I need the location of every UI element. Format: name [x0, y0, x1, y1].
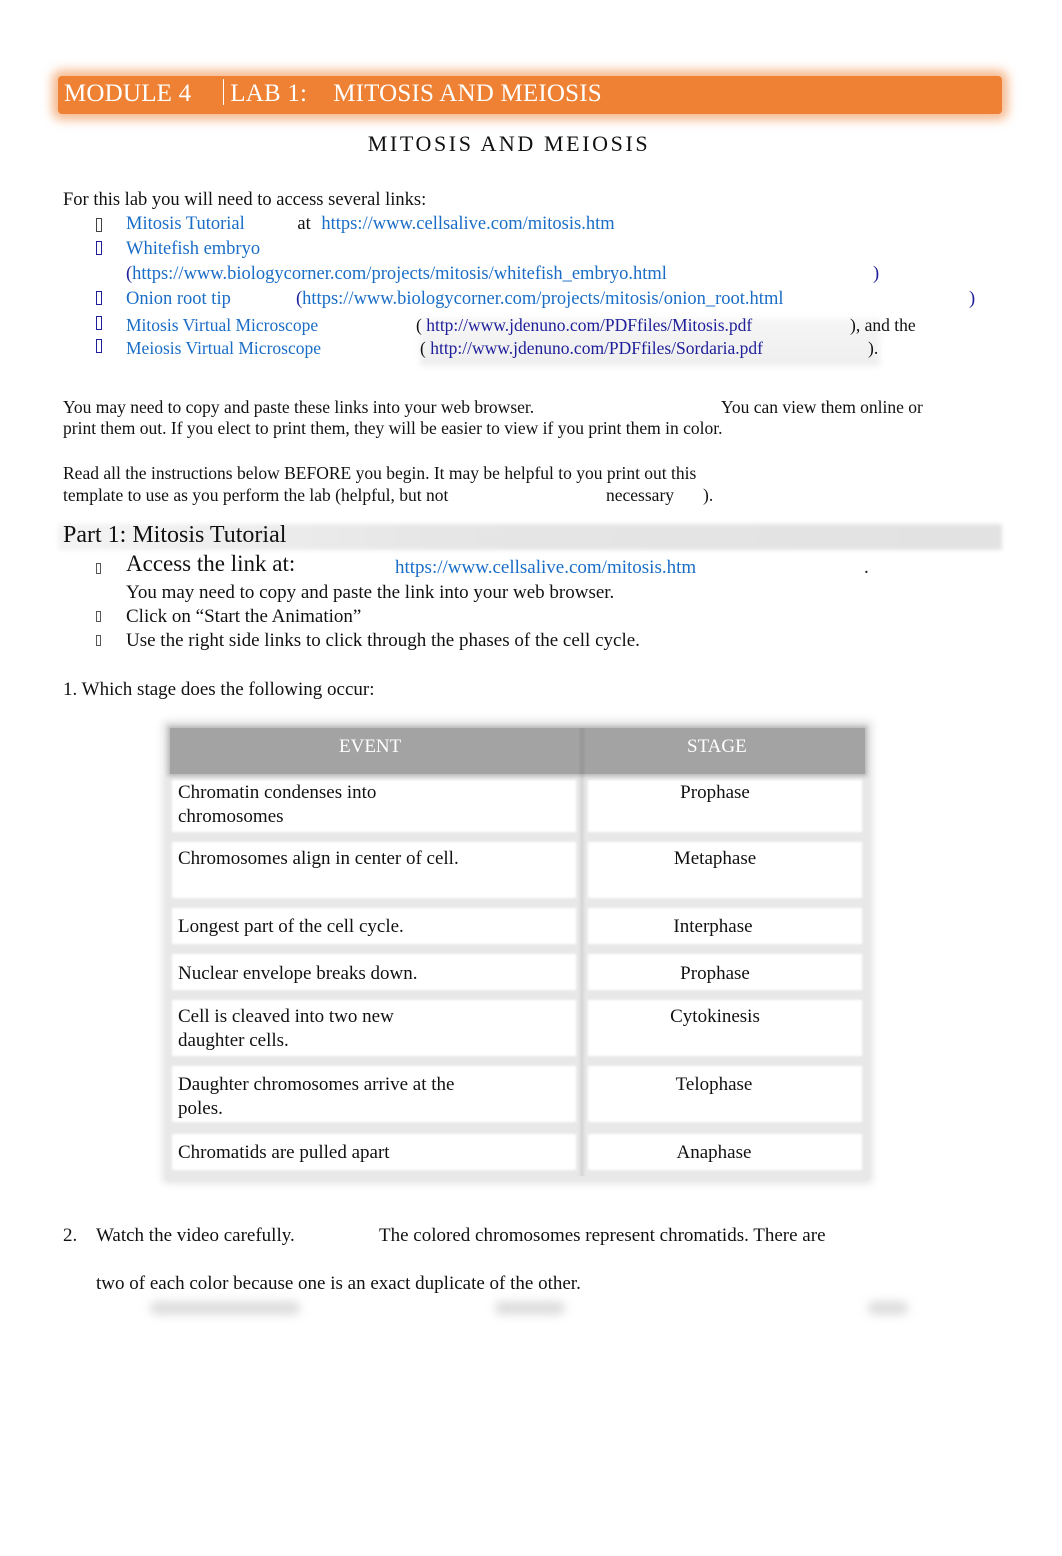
lab-label: LAB 1: — [230, 80, 308, 107]
link-url-line: ( http://www.jdenuno.com/PDFfiles/Sordar… — [420, 338, 763, 359]
link-item-onion-root: Onion root tip — [126, 289, 231, 310]
bullet-icon — [96, 291, 102, 305]
link-url[interactable]: https://www.cellsalive.com/mitosis.htm — [321, 214, 614, 234]
link-label[interactable]: Mitosis Virtual Microscope — [126, 315, 318, 335]
bullet-icon — [96, 339, 102, 353]
table-header — [170, 728, 865, 774]
link-item-meiosis-microscope: Meiosis Virtual Microscope — [126, 338, 321, 359]
link-url[interactable]: http://www.jdenuno.com/PDFfiles/Sordaria… — [430, 338, 763, 358]
stage-cell: Metaphase — [673, 848, 757, 869]
link-item-mitosis-microscope: Mitosis Virtual Microscope — [126, 315, 318, 336]
intro-lead: For this lab you will need to access sev… — [63, 190, 427, 210]
question-2-line-1a: Watch the video carefully. — [96, 1225, 295, 1246]
question-2-number: 2. — [63, 1225, 78, 1246]
question-2-line-1b: The colored chromosomes represent chroma… — [379, 1225, 826, 1246]
close-paren: ) — [969, 289, 976, 309]
event-cell: Daughter chromosomes arrive at the poles… — [178, 1074, 455, 1119]
module-header: MODULE 4 LAB 1: MITOSIS AND MEIOSIS — [64, 79, 602, 108]
question-2-line-2: two of each color because one is an exac… — [96, 1273, 581, 1294]
bullet-icon — [96, 218, 102, 232]
stage-cell: Cytokinesis — [670, 1006, 760, 1027]
open-paren: ( — [416, 315, 422, 335]
bullet-icon — [96, 611, 101, 622]
link-label[interactable]: Meiosis Virtual Microscope — [126, 338, 321, 358]
step-access-link: Access the link at: — [126, 551, 296, 576]
event-cell: Chromosomes align in center of cell. — [178, 848, 459, 869]
bullet-icon — [96, 563, 101, 574]
footer-left-blurred — [150, 1302, 300, 1314]
link-url-line: ( http://www.jdenuno.com/PDFfiles/Mitosi… — [416, 315, 752, 336]
open-paren: ( — [420, 338, 426, 358]
column-header-stage: STAGE — [687, 736, 747, 757]
copy-paragraph-line-1a: You may need to copy and paste these lin… — [63, 397, 535, 417]
copy-paragraph-line-2: print them out. If you elect to print th… — [63, 418, 723, 438]
stage-cell: Anaphase — [676, 1142, 752, 1163]
event-cell: Chromatin condenses into chromosomes — [178, 782, 377, 827]
step-url[interactable]: https://www.cellsalive.com/mitosis.htm — [395, 557, 696, 578]
read-paragraph-line-2a: template to use as you perform the lab (… — [63, 485, 449, 505]
link-url[interactable]: http://www.jdenuno.com/PDFfiles/Mitosis.… — [426, 315, 752, 335]
footer-center-blurred — [495, 1302, 565, 1314]
event-cell: Chromatids are pulled apart — [178, 1142, 390, 1163]
step-phase-links: Use the right side links to click throug… — [126, 630, 640, 651]
read-paragraph-line-2b: necessary — [606, 485, 675, 505]
event-cell: Longest part of the cell cycle. — [178, 916, 404, 937]
module-label: MODULE 4 — [64, 80, 192, 107]
stage-cell: Prophase — [680, 782, 750, 803]
column-header-event: EVENT — [339, 736, 402, 757]
bullet-icon — [96, 241, 102, 255]
link-label[interactable]: Whitefish embryo — [126, 239, 260, 259]
stage-cell: Prophase — [680, 963, 750, 984]
link-url-line: (https://www.biologycorner.com/projects/… — [126, 264, 667, 285]
step-trailing-period: . — [864, 557, 869, 578]
step-url-wrap: https://www.cellsalive.com/mitosis.htm — [395, 557, 696, 579]
bullet-icon — [96, 635, 101, 646]
read-paragraph-line-2c: ). — [703, 485, 714, 505]
link-url[interactable]: https://www.biologycorner.com/projects/m… — [132, 264, 667, 284]
lab-title: MITOSIS AND MEIOSIS — [333, 80, 602, 107]
step-copy-note: You may need to copy and paste the link … — [126, 582, 615, 603]
link-url[interactable]: https://www.biologycorner.com/projects/m… — [302, 289, 783, 309]
header-divider — [223, 79, 225, 105]
column-divider — [578, 728, 586, 1176]
document-title: MITOSIS AND MEIOSIS — [367, 131, 651, 156]
link-label[interactable]: Mitosis Tutorial — [126, 214, 245, 234]
close-paren: ) — [873, 264, 880, 284]
link-connector: at — [297, 214, 311, 234]
link-item-whitefish: Whitefish embryo — [126, 239, 260, 260]
bullet-icon — [96, 316, 102, 330]
stage-cell: Interphase — [673, 916, 753, 937]
stage-cell: Telophase — [675, 1074, 753, 1095]
footer-right-blurred — [868, 1302, 908, 1314]
close-paren: ), and the — [850, 315, 916, 335]
copy-paragraph-line-1b: You can view them online or — [721, 397, 923, 417]
event-cell: Cell is cleaved into two new daughter ce… — [178, 1006, 394, 1051]
close-paren: ). — [868, 338, 879, 358]
read-paragraph-line-1: Read all the instructions below BEFORE y… — [63, 463, 697, 483]
link-label[interactable]: Onion root tip — [126, 289, 231, 309]
question-1-prompt: 1. Which stage does the following occur: — [63, 679, 375, 700]
link-item-mitosis-tutorial: Mitosis Tutorial at https://www.cellsali… — [126, 214, 615, 235]
step-start-animation: Click on “Start the Animation” — [126, 606, 362, 627]
part1-heading: Part 1: Mitosis Tutorial — [63, 522, 287, 548]
link-url-line: (https://www.biologycorner.com/projects/… — [296, 289, 783, 310]
event-cell: Nuclear envelope breaks down. — [178, 963, 418, 984]
